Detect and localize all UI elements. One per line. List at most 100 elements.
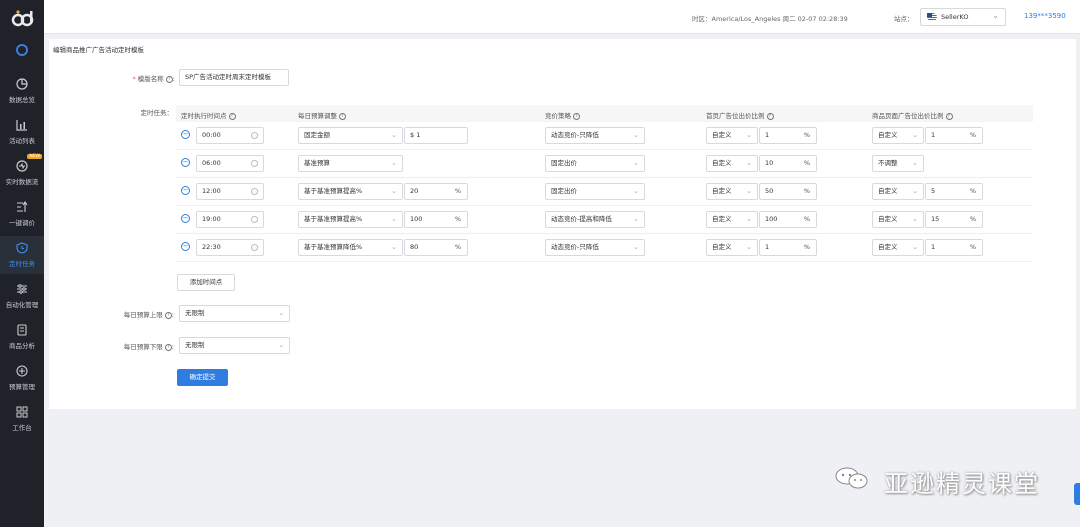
bid-strategy-select[interactable]: 动态竞价-只降低 ⌄ <box>545 239 645 256</box>
chart-pie-icon <box>16 78 28 90</box>
bar-chart-icon <box>16 120 27 131</box>
sidebar-item-automation[interactable]: 自动化管理 <box>0 277 44 315</box>
help-icon: ? <box>228 112 236 120</box>
budget-type-select[interactable]: 基于基准预算提高% ⌄ <box>298 183 403 200</box>
help-icon: ? <box>573 112 580 120</box>
bid-strategy-select[interactable]: 固定出价 ⌄ <box>545 155 645 172</box>
chevron-down-icon: ⌄ <box>391 187 397 195</box>
budget-value-input[interactable]: 80% <box>404 239 468 256</box>
product-ratio-type-select[interactable]: 自定义 ⌄ <box>872 211 924 228</box>
daily-lower-select[interactable]: 无限制 ⌄ <box>179 337 290 354</box>
time-picker[interactable]: 06:00 <box>196 155 264 172</box>
remove-row-icon[interactable]: − <box>181 130 190 139</box>
grid-icon <box>16 406 28 418</box>
product-ratio-input[interactable]: 15% <box>925 211 983 228</box>
top-ratio-type-select[interactable]: 自定义 ⌄ <box>706 211 758 228</box>
product-ratio-input[interactable]: 1% <box>925 127 983 144</box>
chevron-down-icon: ⌄ <box>278 341 284 349</box>
sidebar-item-realtime[interactable]: NEW 实时数据流 <box>0 154 44 192</box>
product-ratio-type-select[interactable]: 自定义 ⌄ <box>872 183 924 200</box>
remove-row-icon[interactable]: − <box>181 242 190 251</box>
chevron-down-icon: ⌄ <box>633 159 639 167</box>
help-icon: ? <box>165 75 173 83</box>
table-row: − 12:00 基于基准预算提高% ⌄ 20% 固定出价 ⌄ 自定义 ⌄ 50% 自定… <box>176 178 1033 206</box>
plus-circle-icon <box>16 365 28 377</box>
bid-strategy-select[interactable]: 动态竞价-只降低 ⌄ <box>545 127 645 144</box>
sidebar-item-budget[interactable]: 预算管理 <box>0 359 44 397</box>
product-ratio-type-select[interactable]: 自定义 ⌄ <box>872 239 924 256</box>
clock-icon <box>251 160 258 167</box>
top-header: 时区：America/Los_Angeles 周二 02-07 02:28:39… <box>44 0 1080 34</box>
sidebar-item-label: 实时数据流 <box>5 178 39 186</box>
site-value: SellerKO <box>941 13 969 21</box>
chevron-down-icon: ⌄ <box>992 11 999 20</box>
sidebar-item-adjust-price[interactable]: 一键调价 <box>0 195 44 233</box>
budget-type-select[interactable]: 固定金额 ⌄ <box>298 127 403 144</box>
table-row: − 22:30 基于基准预算降低% ⌄ 80% 动态竞价-只降低 ⌄ 自定义 ⌄ 1%… <box>176 234 1033 262</box>
app-logo[interactable] <box>10 8 34 30</box>
add-time-point-button[interactable]: 添加时间点 <box>177 274 235 291</box>
sidebar-item-overview[interactable]: 数据总览 <box>0 72 44 110</box>
top-ratio-type-select[interactable]: 自定义 ⌄ <box>706 239 758 256</box>
sidebar-item-label: 数据总览 <box>9 96 35 104</box>
col-budget: 每日预算调整? <box>298 110 346 120</box>
chevron-down-icon: ⌄ <box>633 187 639 195</box>
sidebar-item-label: 商品分析 <box>9 342 35 350</box>
site-label: 站点： <box>894 15 914 23</box>
user-account[interactable]: 139***3590 <box>1024 12 1066 20</box>
submit-button[interactable]: 确定提交 <box>177 369 228 386</box>
sidebar-item-label: 预算管理 <box>9 383 35 391</box>
top-ratio-type-select[interactable]: 自定义 ⌄ <box>706 127 758 144</box>
budget-value-input[interactable]: 20% <box>404 183 468 200</box>
timezone-text: 时区：America/Los_Angeles 周二 02-07 02:28:39 <box>692 15 848 23</box>
sidebar-item-workbench[interactable]: 工作台 <box>0 400 44 438</box>
col-top-ratio: 首页广告位出价比例? <box>706 110 774 120</box>
remove-row-icon[interactable]: − <box>181 186 190 195</box>
budget-type-select[interactable]: 基准预算 ⌄ <box>298 155 403 172</box>
remove-row-icon[interactable]: − <box>181 214 190 223</box>
adjust-price-icon <box>17 201 28 212</box>
remove-row-icon[interactable]: − <box>181 158 190 167</box>
product-ratio-type-select[interactable]: 不调整 ⌄ <box>872 155 924 172</box>
side-float-tab[interactable] <box>1074 483 1080 505</box>
budget-type-select[interactable]: 基于基准预算提高% ⌄ <box>298 211 403 228</box>
chevron-down-icon: ⌄ <box>912 187 918 195</box>
top-ratio-input[interactable]: 10% <box>759 155 817 172</box>
time-picker[interactable]: 22:30 <box>196 239 264 256</box>
time-picker[interactable]: 00:00 <box>196 127 264 144</box>
chevron-down-icon: ⌄ <box>746 215 752 223</box>
top-ratio-input[interactable]: 1% <box>759 127 817 144</box>
top-ratio-type-select[interactable]: 自定义 ⌄ <box>706 183 758 200</box>
chevron-down-icon: ⌄ <box>391 131 397 139</box>
bid-strategy-select[interactable]: 固定出价 ⌄ <box>545 183 645 200</box>
product-ratio-type-select[interactable]: 自定义 ⌄ <box>872 127 924 144</box>
tasks-table-header: 定时执行时间点? 每日预算调整? 竞价策略? 首页广告位出价比例? 商品页面广告… <box>176 105 1033 122</box>
product-ratio-input[interactable]: 5% <box>925 183 983 200</box>
sidebar-item-campaigns[interactable]: 活动列表 <box>0 113 44 151</box>
chevron-down-icon: ⌄ <box>391 159 397 167</box>
template-name-input[interactable]: SP广告活动定时周末定时模板 <box>179 69 289 86</box>
top-ratio-type-select[interactable]: 自定义 ⌄ <box>706 155 758 172</box>
budget-value-input[interactable]: $ 1 <box>404 127 468 144</box>
help-icon: ? <box>164 311 172 319</box>
chevron-down-icon: ⌄ <box>633 131 639 139</box>
budget-value-input[interactable]: 100% <box>404 211 468 228</box>
daily-upper-select[interactable]: 无限制 ⌄ <box>179 305 290 322</box>
sidebar-item-product-analysis[interactable]: 商品分析 <box>0 318 44 356</box>
budget-type-select[interactable]: 基于基准预算降低% ⌄ <box>298 239 403 256</box>
site-select[interactable]: SellerKO ⌄ <box>920 8 1006 26</box>
sidebar: 数据总览 活动列表 NEW 实时数据流 一键调价 定时任务 自动化管理 商品分析… <box>0 0 44 527</box>
top-ratio-input[interactable]: 100% <box>759 211 817 228</box>
product-ratio-input[interactable]: 1% <box>925 239 983 256</box>
time-picker[interactable]: 12:00 <box>196 183 264 200</box>
help-icon: ? <box>945 112 953 120</box>
collapse-icon[interactable] <box>16 44 28 56</box>
time-picker[interactable]: 19:00 <box>196 211 264 228</box>
table-row: − 06:00 基准预算 ⌄ 固定出价 ⌄ 自定义 ⌄ 10% 不调整 ⌄ <box>176 150 1033 178</box>
bid-strategy-select[interactable]: 动态竞价-提高和降低 ⌄ <box>545 211 645 228</box>
sidebar-item-scheduled-tasks[interactable]: 定时任务 <box>0 236 44 274</box>
top-ratio-input[interactable]: 50% <box>759 183 817 200</box>
new-badge: NEW <box>27 154 42 159</box>
top-ratio-input[interactable]: 1% <box>759 239 817 256</box>
clock-icon <box>251 188 258 195</box>
